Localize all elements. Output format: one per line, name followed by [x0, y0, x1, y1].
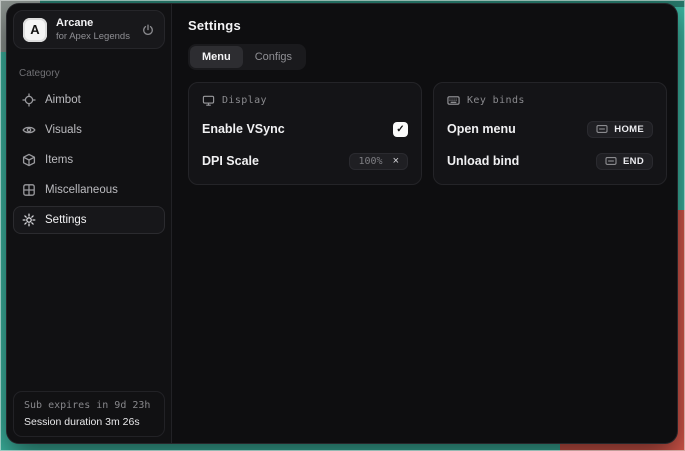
- tab-menu[interactable]: Menu: [190, 46, 243, 68]
- session-card: Sub expires in 9d 23h Session duration 3…: [13, 391, 165, 437]
- power-icon: [141, 23, 155, 37]
- sidebar-item-label: Miscellaneous: [45, 184, 118, 196]
- open-menu-label: Open menu: [447, 122, 516, 136]
- sidebar-item-items[interactable]: Items: [13, 146, 165, 174]
- sidebar-nav: Aimbot Visuals: [7, 86, 171, 234]
- arcane-logo: A: [23, 18, 47, 42]
- session-duration: Session duration 3m 26s: [24, 416, 154, 428]
- settings-cards: Display Enable VSync ✓ DPI Scale 100% ×: [188, 82, 667, 185]
- setting-row-vsync: Enable VSync ✓: [202, 119, 408, 139]
- sidebar-item-label: Items: [45, 154, 73, 166]
- vsync-checkbox[interactable]: ✓: [393, 122, 408, 137]
- display-card-title: Display: [222, 95, 267, 106]
- sidebar-item-aimbot[interactable]: Aimbot: [13, 86, 165, 114]
- main-content: Settings Menu Configs Display: [172, 4, 677, 443]
- keybinds-card-title: Key binds: [467, 95, 525, 106]
- display-card-header: Display: [202, 94, 408, 107]
- cube-icon: [22, 153, 36, 167]
- keybinds-card: Key binds Open menu HOME: [433, 82, 667, 185]
- brand-text: Arcane for Apex Legends: [56, 17, 130, 42]
- dpi-scale-value: 100%: [358, 156, 382, 167]
- sidebar-item-visuals[interactable]: Visuals: [13, 116, 165, 144]
- sidebar-item-miscellaneous[interactable]: Miscellaneous: [13, 176, 165, 204]
- vsync-label: Enable VSync: [202, 122, 285, 136]
- tab-configs[interactable]: Configs: [243, 46, 304, 68]
- setting-row-unload: Unload bind END: [447, 151, 653, 171]
- setting-row-dpi: DPI Scale 100% ×: [202, 151, 408, 171]
- clear-icon[interactable]: ×: [393, 156, 399, 167]
- open-menu-key: HOME: [614, 124, 644, 135]
- display-card: Display Enable VSync ✓ DPI Scale 100% ×: [188, 82, 422, 185]
- app-window: A Arcane for Apex Legends Category: [7, 4, 677, 443]
- keyboard-icon: [447, 94, 460, 107]
- keybinds-card-header: Key binds: [447, 94, 653, 107]
- eye-icon: [22, 123, 36, 137]
- open-menu-keybind[interactable]: HOME: [587, 121, 653, 138]
- keyboard-icon: [596, 124, 608, 134]
- dpi-label: DPI Scale: [202, 154, 259, 168]
- brand-title: Arcane: [56, 17, 130, 29]
- keyboard-icon: [605, 156, 617, 166]
- grid-icon: [22, 183, 36, 197]
- subscription-expiry: Sub expires in 9d 23h: [24, 400, 154, 411]
- dpi-scale-input[interactable]: 100% ×: [349, 153, 408, 170]
- sidebar-item-label: Settings: [45, 214, 87, 226]
- monitor-icon: [202, 94, 215, 107]
- page-title: Settings: [188, 18, 667, 33]
- unload-keybind[interactable]: END: [596, 153, 653, 170]
- brand-subtitle: for Apex Legends: [56, 31, 130, 42]
- checkmark-icon: ✓: [396, 124, 404, 135]
- sidebar-item-settings[interactable]: Settings: [13, 206, 165, 234]
- sidebar-item-label: Aimbot: [45, 94, 81, 106]
- setting-row-open-menu: Open menu HOME: [447, 119, 653, 139]
- unload-key: END: [623, 156, 644, 167]
- sidebar-item-label: Visuals: [45, 124, 82, 136]
- sidebar: A Arcane for Apex Legends Category: [7, 4, 172, 443]
- crosshair-icon: [22, 93, 36, 107]
- category-label: Category: [19, 68, 159, 79]
- tab-bar: Menu Configs: [188, 44, 306, 70]
- brand-card: A Arcane for Apex Legends: [13, 10, 165, 49]
- unload-label: Unload bind: [447, 154, 519, 168]
- gear-icon: [22, 213, 36, 227]
- power-button[interactable]: [141, 23, 155, 37]
